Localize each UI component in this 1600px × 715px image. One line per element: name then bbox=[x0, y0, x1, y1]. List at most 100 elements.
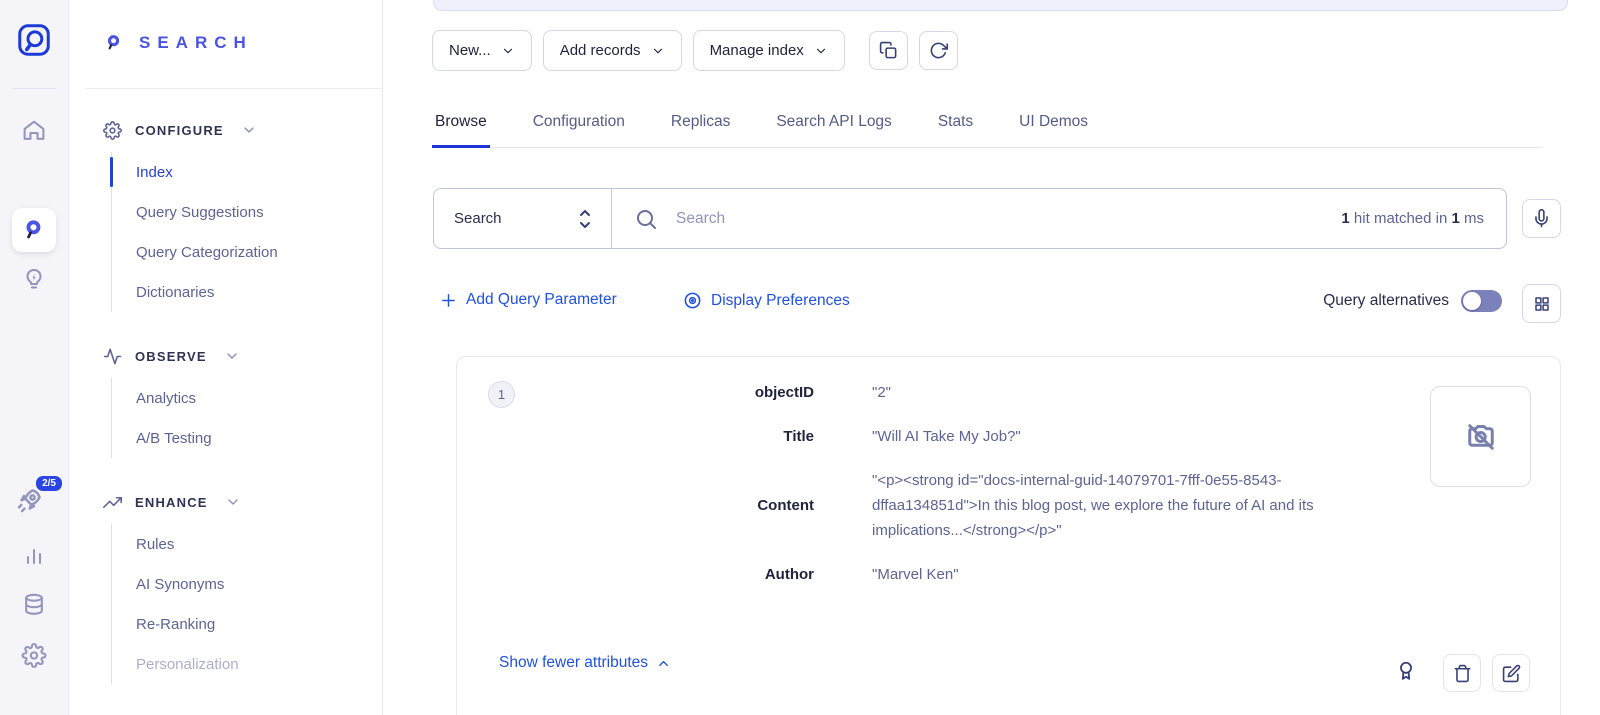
section-header-configure[interactable]: CONFIGURE bbox=[103, 110, 372, 150]
plus-icon bbox=[440, 292, 457, 309]
search-icon bbox=[634, 207, 658, 231]
voice-search-button[interactable] bbox=[1522, 199, 1561, 238]
sidebar-item-re-ranking[interactable]: Re-Ranking bbox=[112, 604, 372, 644]
search-nav-active[interactable] bbox=[12, 208, 56, 252]
award-icon bbox=[1395, 660, 1417, 682]
chevron-down-icon bbox=[224, 348, 240, 364]
grid-icon bbox=[1533, 295, 1551, 313]
manage-index-button[interactable]: Manage index bbox=[693, 30, 845, 71]
algolia-logo-icon[interactable] bbox=[16, 22, 52, 58]
lightbulb-icon[interactable] bbox=[22, 267, 47, 292]
tab-replicas[interactable]: Replicas bbox=[668, 101, 733, 148]
section-label: CONFIGURE bbox=[135, 123, 224, 138]
attribute-value: "Marvel Ken" bbox=[872, 562, 1394, 587]
chevron-down-icon bbox=[241, 122, 257, 138]
query-actions-row: Add Query Parameter Display Preferences … bbox=[383, 283, 1600, 323]
sidebar: SEARCH CONFIGURE Index Query Suggestions… bbox=[69, 0, 383, 715]
main-content: New... Add records Manage index bbox=[383, 0, 1600, 715]
product-title: SEARCH bbox=[139, 33, 253, 53]
section-enhance: ENHANCE Rules AI Synonyms Re-Ranking Per… bbox=[103, 482, 372, 684]
tab-ui-demos[interactable]: UI Demos bbox=[1016, 101, 1091, 148]
section-label: ENHANCE bbox=[135, 495, 208, 510]
tab-search-api-logs[interactable]: Search API Logs bbox=[773, 101, 894, 148]
search-mini-icon bbox=[103, 32, 125, 54]
index-tabs: Browse Configuration Replicas Search API… bbox=[432, 101, 1542, 148]
sidebar-item-query-categorization[interactable]: Query Categorization bbox=[112, 232, 372, 272]
sidebar-item-dictionaries[interactable]: Dictionaries bbox=[112, 272, 372, 312]
attribute-name: Title bbox=[514, 428, 814, 445]
refresh-button[interactable] bbox=[919, 31, 958, 70]
show-fewer-label: Show fewer attributes bbox=[499, 654, 648, 672]
rocket-nav[interactable]: 2/5 bbox=[14, 486, 54, 520]
refresh-icon bbox=[929, 41, 948, 60]
tab-stats[interactable]: Stats bbox=[935, 101, 976, 148]
delete-record-button[interactable] bbox=[1443, 654, 1481, 692]
hit-attributes: objectID "2" Title "Will AI Take My Job?… bbox=[514, 380, 1399, 587]
section-configure: CONFIGURE Index Query Suggestions Query … bbox=[103, 110, 372, 312]
query-alternatives-label: Query alternatives bbox=[1323, 292, 1449, 310]
copy-button[interactable] bbox=[869, 31, 908, 70]
hit-rank-badge: 1 bbox=[488, 381, 515, 408]
edit-icon bbox=[1502, 664, 1521, 683]
display-preferences-link[interactable]: Display Preferences bbox=[683, 291, 850, 310]
search-bar: Search Search 1 hit matched in 1 ms bbox=[433, 188, 1507, 249]
algolia-dashboard: 2/5 bbox=[0, 0, 1600, 715]
ranking-info-button[interactable] bbox=[1395, 660, 1417, 682]
sidebar-item-analytics[interactable]: Analytics bbox=[112, 378, 372, 418]
new-button-label: New... bbox=[449, 42, 491, 59]
chevron-down-icon bbox=[501, 44, 515, 58]
add-records-label: Add records bbox=[560, 42, 641, 59]
attribute-row: objectID "2" bbox=[514, 380, 1399, 405]
chevron-down-icon bbox=[651, 44, 665, 58]
show-fewer-attributes-link[interactable]: Show fewer attributes bbox=[499, 654, 671, 672]
query-alternatives-toggle[interactable] bbox=[1461, 290, 1502, 312]
sidebar-item-personalization[interactable]: Personalization bbox=[112, 644, 372, 684]
copy-icon bbox=[879, 41, 898, 60]
gear-icon bbox=[103, 121, 122, 140]
trending-up-icon bbox=[103, 493, 122, 512]
eye-icon bbox=[683, 291, 702, 310]
new-button[interactable]: New... bbox=[432, 30, 532, 71]
section-label: OBSERVE bbox=[135, 349, 207, 364]
sidebar-item-rules[interactable]: Rules bbox=[112, 524, 372, 564]
database-icon[interactable] bbox=[22, 592, 47, 617]
home-icon[interactable] bbox=[22, 118, 47, 143]
search-input-area[interactable]: Search 1 hit matched in 1 ms bbox=[612, 189, 1506, 248]
add-records-button[interactable]: Add records bbox=[543, 30, 682, 71]
sidebar-divider bbox=[85, 88, 382, 89]
hit-image-placeholder bbox=[1430, 386, 1531, 487]
search-stats: 1 hit matched in 1 ms bbox=[1341, 210, 1484, 227]
add-query-parameter-link[interactable]: Add Query Parameter bbox=[440, 291, 617, 309]
attribute-row: Title "Will AI Take My Job?" bbox=[514, 424, 1399, 449]
activity-icon bbox=[103, 347, 122, 366]
attribute-row: Content "<p><strong id="docs-internal-gu… bbox=[514, 468, 1399, 543]
tab-browse[interactable]: Browse bbox=[432, 101, 490, 148]
search-scope-value: Search bbox=[454, 210, 502, 227]
search-input-placeholder: Search bbox=[676, 210, 1323, 228]
sidebar-item-index[interactable]: Index bbox=[112, 152, 372, 192]
section-header-enhance[interactable]: ENHANCE bbox=[103, 482, 372, 522]
sidebar-item-query-suggestions[interactable]: Query Suggestions bbox=[112, 192, 372, 232]
usage-badge: 2/5 bbox=[34, 474, 64, 493]
attribute-name: Author bbox=[514, 566, 814, 583]
tab-configuration[interactable]: Configuration bbox=[530, 101, 628, 148]
sidebar-item-ai-synonyms[interactable]: AI Synonyms bbox=[112, 564, 372, 604]
manage-index-label: Manage index bbox=[710, 42, 804, 59]
edit-record-button[interactable] bbox=[1492, 654, 1530, 692]
bar-chart-icon[interactable] bbox=[22, 544, 46, 568]
search-icon bbox=[21, 217, 47, 243]
sidebar-item-ab-testing[interactable]: A/B Testing bbox=[112, 418, 372, 458]
icon-rail: 2/5 bbox=[0, 0, 69, 715]
display-preferences-label: Display Preferences bbox=[711, 292, 850, 310]
layout-grid-button[interactable] bbox=[1522, 284, 1561, 323]
gear-icon[interactable] bbox=[22, 643, 47, 668]
chevron-down-icon bbox=[814, 44, 828, 58]
toggle-knob bbox=[1463, 292, 1481, 310]
index-toolbar: New... Add records Manage index bbox=[432, 30, 958, 71]
section-header-observe[interactable]: OBSERVE bbox=[103, 336, 372, 376]
index-selector-partial[interactable] bbox=[433, 0, 1568, 11]
chevron-up-down-icon bbox=[577, 208, 593, 230]
camera-off-icon bbox=[1463, 419, 1499, 455]
microphone-icon bbox=[1532, 209, 1551, 228]
search-scope-select[interactable]: Search bbox=[434, 189, 612, 248]
